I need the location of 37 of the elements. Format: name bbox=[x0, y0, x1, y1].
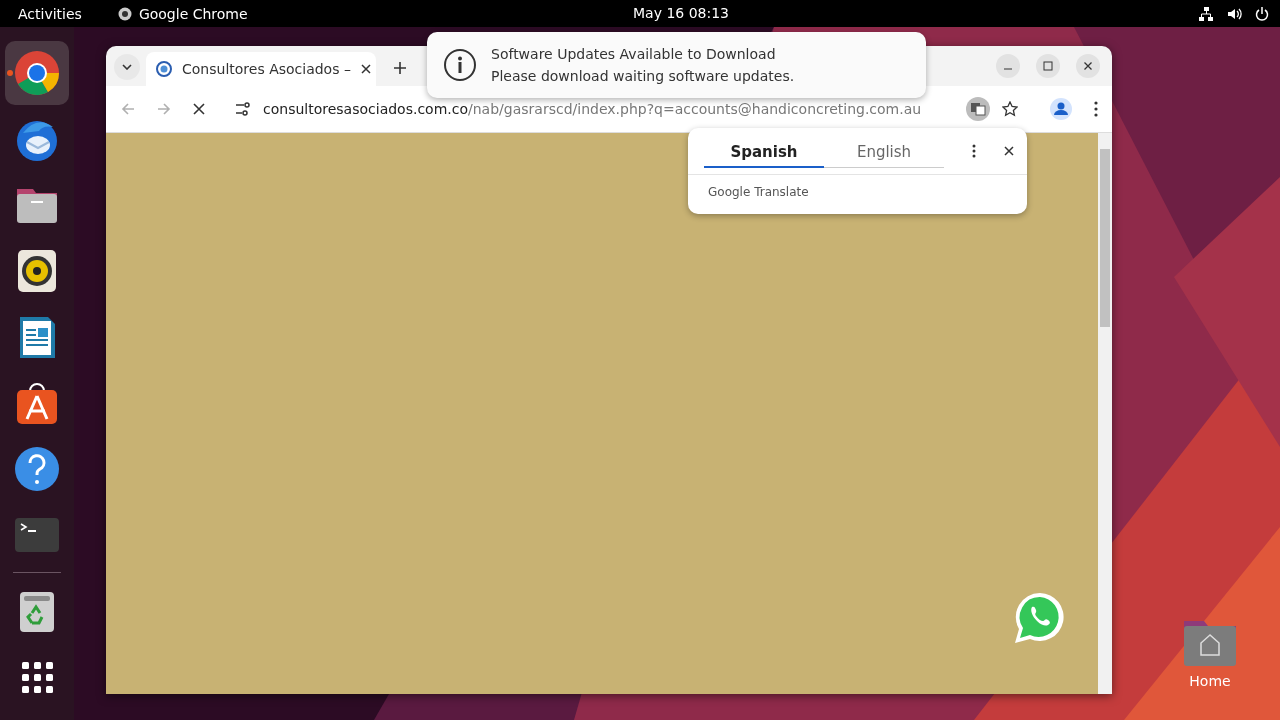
new-tab-icon[interactable] bbox=[394, 62, 406, 74]
browser-tab[interactable]: Consultores Asociados – bbox=[146, 52, 376, 86]
chrome-icon bbox=[117, 6, 132, 21]
maximize-icon[interactable] bbox=[1036, 54, 1060, 78]
icon-label: Home bbox=[1189, 673, 1231, 689]
language-tab[interactable]: English bbox=[824, 138, 944, 168]
scrollbar[interactable] bbox=[1098, 133, 1112, 694]
clock[interactable]: May 16 08:13 bbox=[633, 5, 729, 21]
tab-title: Consultores Asociados – bbox=[182, 61, 351, 77]
network-icon[interactable] bbox=[1198, 5, 1214, 22]
more-options-icon[interactable] bbox=[1094, 101, 1098, 117]
question-mark-icon bbox=[13, 445, 61, 493]
tab-search-button[interactable] bbox=[114, 54, 140, 80]
profile-icon[interactable] bbox=[1050, 98, 1072, 120]
minimize-icon[interactable] bbox=[996, 54, 1020, 78]
close-icon[interactable] bbox=[1004, 146, 1014, 156]
language-tab[interactable]: Spanish bbox=[704, 138, 824, 168]
info-icon bbox=[443, 48, 477, 82]
notification-title: Software Updates Available to Download bbox=[491, 46, 777, 62]
translate-icon[interactable] bbox=[966, 97, 990, 121]
notification-toast[interactable]: Software Updates Available to Download Please download waiting software updates. bbox=[427, 32, 926, 98]
app-grid-icon[interactable] bbox=[21, 661, 53, 693]
power-icon[interactable] bbox=[1254, 5, 1270, 22]
close-icon[interactable] bbox=[360, 64, 371, 74]
app-menu[interactable]: Google Chrome bbox=[117, 5, 248, 22]
star-icon[interactable] bbox=[1002, 101, 1018, 117]
stop-icon[interactable] bbox=[193, 103, 205, 115]
activities-button[interactable]: Activities bbox=[0, 5, 92, 22]
caret-icon bbox=[122, 64, 132, 70]
translate-label: Google Translate bbox=[707, 184, 810, 201]
chrome-icon bbox=[13, 49, 61, 97]
dock-item[interactable] bbox=[5, 41, 69, 105]
notification-body: Please download waiting software updates. bbox=[491, 68, 795, 84]
site-settings-icon[interactable] bbox=[235, 102, 251, 116]
globe-icon bbox=[156, 61, 172, 77]
url-text: consultoresasociados.com.co/nab/gasrarscd/index.php?q=accounts@handiconcreting.com.au bbox=[263, 101, 923, 117]
more-options-icon[interactable] bbox=[972, 144, 976, 158]
